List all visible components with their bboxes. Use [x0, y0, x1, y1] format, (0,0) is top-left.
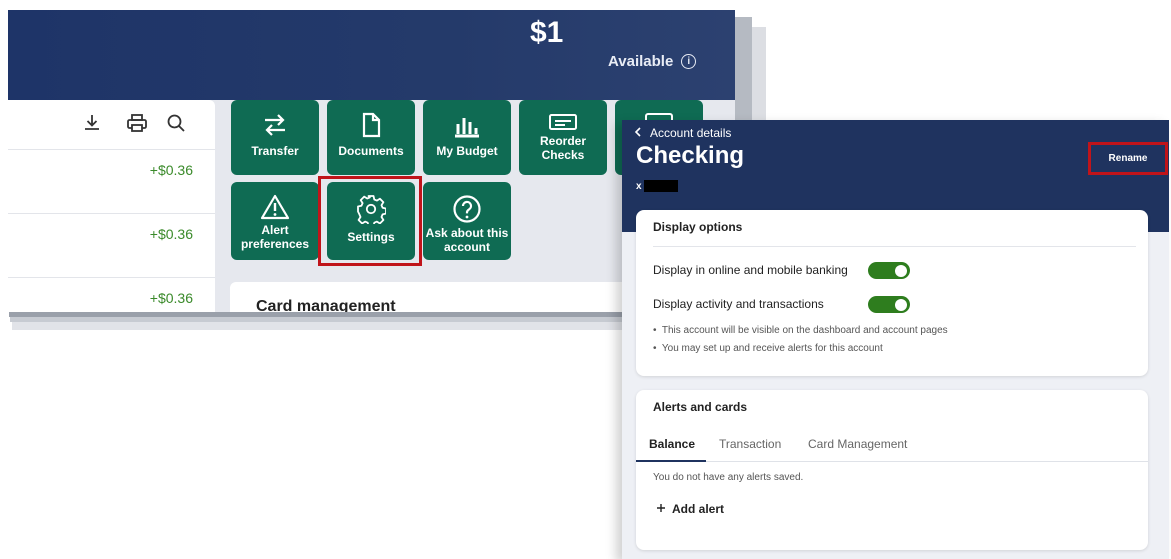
tabs-divider [636, 461, 1148, 462]
ask-label-line1: Ask about this [425, 226, 509, 240]
alert-preferences-label: Alert preferences [241, 223, 309, 251]
transaction-amount: +$0.36 [149, 290, 193, 306]
redaction-bar [643, 180, 678, 192]
back-link-label: Account details [650, 126, 732, 140]
add-alert-label: Add alert [672, 502, 725, 516]
documents-label: Documents [338, 144, 404, 158]
online-banking-toggle[interactable] [868, 262, 910, 279]
check-icon [548, 112, 578, 132]
search-icon[interactable] [166, 113, 186, 133]
account-title: Checking [636, 142, 745, 169]
toggle-knob [895, 264, 907, 277]
masked-account-number: x [636, 180, 678, 192]
tab-balance[interactable]: Balance [649, 437, 695, 451]
option-online-banking-label: Display in online and mobile banking [653, 263, 848, 277]
display-note: • This account will be visible on the da… [653, 325, 948, 336]
transaction-amount: +$0.36 [149, 162, 193, 178]
alert-label-line2: preferences [240, 237, 310, 251]
transaction-row[interactable]: +$0.36 [8, 150, 215, 214]
alert-label-line1: Alert [261, 223, 289, 237]
display-note: • You may set up and receive alerts for … [653, 343, 883, 354]
account-number-prefix: x [636, 180, 642, 192]
bar-chart-icon [453, 112, 481, 138]
info-icon[interactable]: i [681, 54, 697, 69]
my-budget-button[interactable]: My Budget [423, 100, 511, 175]
print-icon[interactable] [126, 113, 148, 133]
ask-about-account-button[interactable]: Ask about this account [423, 182, 511, 260]
reorder-checks-label: Reorder Checks [540, 134, 586, 162]
back-to-account-details[interactable]: Account details [634, 126, 731, 140]
my-budget-label: My Budget [436, 144, 498, 158]
tab-transaction[interactable]: Transaction [719, 437, 781, 451]
divider [653, 246, 1136, 247]
reorder-label-line2: Checks [541, 148, 585, 162]
display-note-text: This account will be visible on the dash… [661, 325, 948, 336]
ask-label-line2: account [443, 240, 490, 254]
activity-transactions-toggle[interactable] [868, 296, 910, 313]
warning-icon [260, 194, 290, 220]
transactions-toolbar [8, 100, 215, 150]
chevron-left-icon [634, 126, 642, 140]
rename-button[interactable]: Rename [1088, 142, 1168, 175]
tab-card-management[interactable]: Card Management [808, 437, 907, 451]
display-options-title: Display options [653, 220, 743, 234]
active-tab-indicator [636, 460, 706, 462]
transactions-panel: +$0.36 +$0.36 +$0.36 [8, 100, 215, 312]
ask-about-account-label: Ask about this account [426, 226, 509, 254]
reorder-label-line1: Reorder [539, 134, 586, 148]
add-alert-button[interactable]: Add alert [656, 502, 724, 516]
reorder-checks-button[interactable]: Reorder Checks [519, 100, 607, 175]
account-details-screenshot: Account details Checking x Rename Displa… [622, 120, 1169, 559]
no-alerts-message: You do not have any alerts saved. [653, 472, 804, 483]
transfer-icon [261, 112, 289, 138]
transfer-button[interactable]: Transfer [231, 100, 319, 175]
display-note-text: You may set up and receive alerts for th… [661, 343, 883, 354]
alerts-and-cards-title: Alerts and cards [653, 400, 748, 414]
account-header: $1 Available i [8, 10, 735, 100]
alert-preferences-button[interactable]: Alert preferences [231, 182, 319, 260]
available-label-text: Available [608, 53, 674, 70]
option-activity-label: Display activity and transactions [653, 297, 824, 311]
card-management-title: Card management [256, 298, 396, 312]
download-icon[interactable] [82, 113, 102, 133]
transaction-row[interactable]: +$0.36 [8, 278, 215, 312]
card-management-panel: Card management [230, 282, 630, 312]
toggle-knob [895, 298, 907, 311]
transaction-amount: +$0.36 [149, 226, 193, 242]
question-icon [452, 194, 482, 224]
documents-button[interactable]: Documents [327, 100, 415, 175]
plus-icon [656, 502, 666, 516]
available-balance-label: Available i [608, 53, 697, 70]
alerts-and-cards-card: Alerts and cards Balance Transaction Car… [636, 390, 1148, 550]
document-icon [359, 112, 383, 138]
transfer-label: Transfer [251, 144, 299, 158]
balance-amount: $1 [530, 16, 564, 49]
display-options-card: Display options Display in online and mo… [636, 210, 1148, 376]
settings-highlight-box [318, 176, 422, 266]
transaction-row[interactable]: +$0.36 [8, 214, 215, 278]
